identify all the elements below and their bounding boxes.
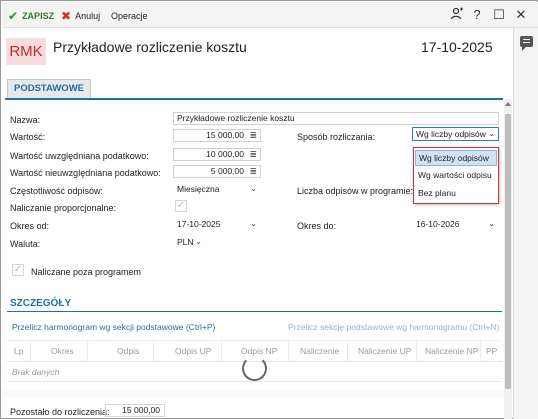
header-date: 17-10-2025 [421, 39, 493, 55]
save-label: ZAPISZ [22, 11, 55, 21]
column-naliczenie-up[interactable]: Naliczenie UP [358, 346, 411, 356]
operations-menu[interactable]: Operacje [111, 9, 148, 23]
add-user-icon[interactable] [449, 7, 465, 23]
name-input[interactable]: Przykładowe rozliczenie kosztu [173, 112, 499, 125]
column-odpis[interactable]: Odpis [117, 346, 139, 356]
no-data-text: Brak danych [12, 367, 60, 377]
chevron-down-icon: ⌄ [488, 219, 495, 228]
check-icon: ✔ [8, 9, 19, 23]
frequency-value: Miesięczna [177, 184, 220, 194]
tax-value-label: Wartość uwzględniana podatkowo: [10, 151, 149, 161]
column-separator [288, 341, 289, 361]
outside-program-label: Naliczane poza programem [31, 267, 142, 277]
period-to-value: 16-10-2026 [416, 219, 460, 229]
details-underline [7, 311, 502, 312]
dropdown-option-bez-planu[interactable]: Bez planu [415, 185, 497, 201]
name-label: Nazwa: [10, 115, 41, 125]
period-from-select[interactable]: 17-10-2025 ⌄ [173, 217, 261, 231]
tab-underline [5, 98, 503, 100]
column-pp[interactable]: PP [486, 346, 497, 356]
nontax-value-input[interactable]: 5 000,00 ≣ [173, 165, 261, 178]
details-section-title: SZCZEGÓŁY [10, 298, 72, 309]
column-odpis-up[interactable]: Odpis UP [175, 346, 211, 356]
currency-value: PLN [177, 237, 194, 247]
column-odpis-np[interactable]: Odpis NP [241, 346, 277, 356]
loading-spinner-icon [242, 356, 267, 381]
close-icon[interactable]: ✕ [514, 7, 528, 23]
period-from-value: 17-10-2025 [177, 219, 221, 229]
column-separator [153, 341, 154, 361]
tax-value-text: 10 000,00 [206, 149, 244, 159]
column-separator [480, 341, 481, 361]
recalc-basic-link[interactable]: Przelicz sekcję podstawowe wg harmonogra… [288, 322, 499, 332]
value-input[interactable]: 15 000,00 ≣ [173, 129, 261, 142]
column-naliczenie-np[interactable]: Naliczenie NP [425, 346, 478, 356]
period-to-label: Okres do: [297, 221, 337, 231]
dropdown-option-liczba[interactable]: Wg liczby odpisów [415, 150, 497, 166]
chevron-down-icon: ⌄ [250, 184, 257, 193]
value-text: 15 000,00 [206, 130, 244, 140]
dropdown-option-wartosc[interactable]: Wg wartości odpisu [415, 167, 497, 183]
nontax-value-label: Wartość nieuwzględniana podatkowo: [10, 168, 161, 178]
frequency-select[interactable]: Miesięczna ⌄ [173, 182, 261, 196]
nontax-value-text: 5 000,00 [210, 166, 244, 176]
cancel-button[interactable]: ✖ Anuluj [61, 9, 100, 23]
toolbar: ✔ ZAPISZ ✖ Anuluj Operacje ? ☐ ✕ [2, 2, 538, 28]
tax-value-input[interactable]: 10 000,00 ≣ [173, 148, 261, 161]
side-panel [513, 28, 538, 419]
currency-label: Waluta: [10, 239, 41, 249]
outside-program-checkbox[interactable]: ✓ [12, 264, 24, 276]
calculator-icon[interactable]: ≣ [249, 166, 257, 177]
remaining-label: Pozostało do rozliczenia: [10, 407, 110, 417]
settlement-method-label: Sposób rozliczania: [297, 132, 376, 142]
close-x-icon: ✖ [61, 9, 72, 23]
remaining-value: 15 000,00 [105, 404, 165, 417]
document-type-badge: RMK [6, 38, 46, 65]
chevron-down-icon: ⌄ [195, 237, 202, 246]
page-title: Przykładowe rozliczenie kosztu [53, 39, 247, 55]
column-separator [87, 341, 88, 361]
maximize-icon[interactable]: ☐ [492, 7, 506, 23]
column-okres[interactable]: Okres [51, 346, 74, 356]
column-naliczenie[interactable]: Naliczenie [300, 346, 339, 356]
chevron-down-icon: ⌄ [488, 129, 495, 138]
column-separator [416, 341, 417, 361]
help-icon[interactable]: ? [470, 7, 484, 23]
chevron-down-icon: ⌄ [250, 219, 257, 228]
column-separator [221, 341, 222, 361]
period-from-label: Okres od: [10, 221, 50, 231]
calculator-icon[interactable]: ≣ [249, 130, 257, 141]
rmk-edit-window: ✔ ZAPISZ ✖ Anuluj Operacje ? ☐ ✕ RMK Prz… [0, 0, 538, 419]
settlement-method-value: Wg liczby odpisów [416, 129, 486, 139]
column-separator [30, 341, 31, 361]
save-button[interactable]: ✔ ZAPISZ [8, 9, 54, 23]
settlement-method-dropdown: Wg liczby odpisów Wg wartości odpisu Bez… [413, 147, 499, 204]
settlement-method-select[interactable]: Wg liczby odpisów ⌄ [412, 127, 499, 141]
column-separator [347, 341, 348, 361]
value-label: Wartość: [10, 132, 46, 142]
recalc-schedule-link[interactable]: Przelicz harmonogram wg sekcji podstawow… [12, 322, 215, 332]
cancel-label: Anuluj [75, 11, 101, 21]
operations-label: Operacje [111, 11, 148, 21]
period-to-select[interactable]: 16-10-2026 ⌄ [412, 217, 499, 231]
scroll-up-icon[interactable] [505, 102, 511, 106]
proportional-checkbox[interactable]: ✓ [175, 200, 187, 212]
comments-icon[interactable] [520, 36, 533, 51]
calculator-icon[interactable]: ≣ [249, 149, 257, 160]
panel-splitter[interactable] [2, 391, 504, 397]
tab-podstawowe[interactable]: PODSTAWOWE [7, 79, 91, 99]
column-lp[interactable]: Lp [14, 346, 23, 356]
currency-select[interactable]: PLN ⌄ [173, 235, 206, 249]
frequency-label: Częstotliwość odpisów: [10, 186, 104, 196]
count-label: Liczba odpisów w programie: [297, 186, 414, 196]
proportional-label: Naliczanie proporcjonalne: [10, 203, 117, 213]
scrollbar-thumb[interactable] [505, 114, 511, 389]
add-user-icon-svg [450, 7, 463, 20]
